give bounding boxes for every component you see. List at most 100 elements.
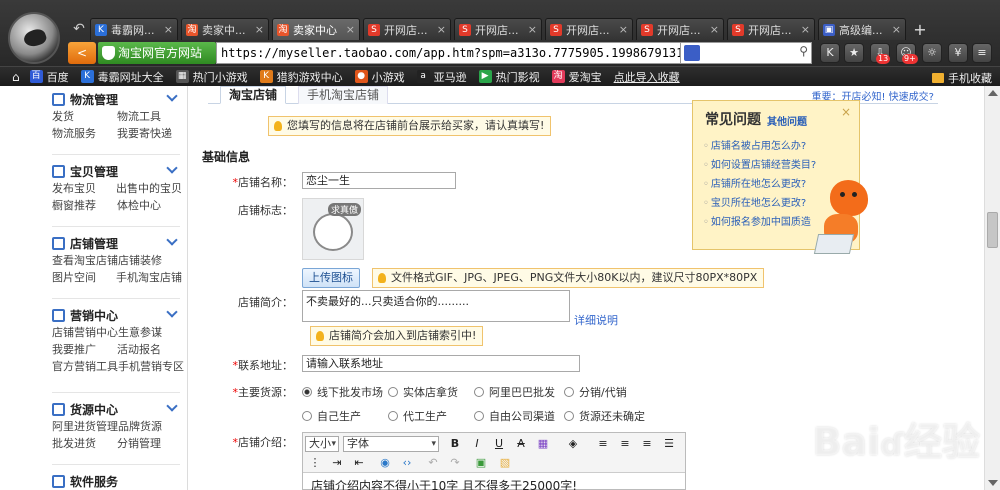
sidebar-link[interactable]: 物流工具 bbox=[117, 108, 182, 125]
intro-textarea[interactable]: 不卖最好的...只卖适合你的......... bbox=[302, 290, 570, 322]
back-button[interactable]: < bbox=[68, 42, 96, 64]
faq-item[interactable]: 宝贝所在地怎么更改? bbox=[703, 194, 816, 213]
radio-icon[interactable] bbox=[564, 387, 574, 397]
radio-icon[interactable] bbox=[388, 411, 398, 421]
brand-button[interactable]: 淘宝网官方网站 bbox=[98, 42, 216, 64]
text-color-icon[interactable]: ▦ bbox=[535, 436, 551, 452]
tab-8[interactable]: ▣ 高级编... × bbox=[818, 18, 906, 40]
source-radio-2[interactable]: 阿里巴巴批发 bbox=[474, 384, 555, 400]
sidebar-link[interactable]: 查看淘宝店铺 bbox=[52, 252, 118, 269]
tab-3[interactable]: S 开网店... × bbox=[363, 18, 451, 40]
close-icon[interactable]: × bbox=[841, 105, 851, 119]
sidebar-group-title[interactable]: 店铺管理 bbox=[52, 234, 182, 252]
chevron-down-icon[interactable] bbox=[166, 90, 178, 102]
search-icon[interactable]: ⚲ bbox=[799, 44, 808, 58]
radio-icon[interactable] bbox=[474, 387, 484, 397]
favorites-icon[interactable]: ★ bbox=[844, 43, 864, 63]
sidebar-group-title[interactable]: 营销中心 bbox=[52, 306, 182, 324]
source-radio-6[interactable]: 自由公司渠道 bbox=[474, 408, 555, 424]
emoticon-icon[interactable]: ▧ bbox=[497, 455, 513, 471]
radio-icon[interactable] bbox=[474, 411, 484, 421]
undo-icon[interactable]: ↶ bbox=[425, 455, 441, 471]
sidebar-link[interactable]: 店铺装修 bbox=[118, 252, 182, 269]
rich-text-editor[interactable]: 大小 字体 B I U A ▦ ◈ ≡ ≡ ≡ ☰ ⋮ ⇥ ⇤ ◉ ‹› bbox=[302, 432, 686, 490]
address-input[interactable]: 请输入联系地址 bbox=[302, 355, 580, 372]
bookmark-1[interactable]: K 毒霸网址大全 bbox=[80, 69, 164, 85]
tab-0[interactable]: K 毒霸网... × bbox=[90, 18, 178, 40]
sidebar-link[interactable]: 店铺营销中心 bbox=[52, 324, 118, 341]
sidebar-group-title[interactable]: 物流管理 bbox=[52, 90, 182, 108]
ordered-list-icon[interactable]: ⋮ bbox=[307, 455, 323, 471]
sidebar-link[interactable]: 生意参谋 bbox=[118, 324, 182, 341]
close-icon[interactable]: × bbox=[164, 23, 173, 36]
sidebar-link[interactable]: 物流服务 bbox=[52, 125, 117, 142]
source-radio-3[interactable]: 分销/代销 bbox=[564, 384, 627, 400]
faq-item[interactable]: 店铺名被占用怎么办? bbox=[703, 137, 816, 156]
tab-2[interactable]: 淘卖家中心 × bbox=[272, 18, 360, 40]
settings-icon[interactable]: ☼ bbox=[922, 43, 942, 63]
sidebar-link[interactable]: 我要寄快递 bbox=[117, 125, 182, 142]
bookmark-0[interactable]: 百百度 bbox=[29, 69, 69, 85]
sidebar-link[interactable]: 批发进货 bbox=[52, 435, 117, 452]
bold-icon[interactable]: B bbox=[447, 436, 463, 452]
new-tab-button[interactable]: + bbox=[909, 18, 931, 40]
bookmark-6[interactable]: ▶ 热门影视 bbox=[478, 69, 540, 85]
shop-name-input[interactable]: 恋尘一生 bbox=[302, 172, 456, 189]
mobile-favorites[interactable]: 手机收藏 bbox=[932, 70, 992, 86]
radio-icon[interactable] bbox=[388, 387, 398, 397]
menu-icon[interactable]: ≡ bbox=[972, 43, 992, 63]
close-icon[interactable]: × bbox=[346, 23, 355, 36]
chevron-down-icon[interactable] bbox=[166, 234, 178, 246]
page-scrollbar[interactable] bbox=[984, 86, 1000, 490]
link-icon[interactable]: ◉ bbox=[377, 455, 393, 471]
sidebar-link[interactable]: 橱窗推荐 bbox=[52, 197, 117, 214]
source-radio-7[interactable]: 货源还未确定 bbox=[564, 408, 645, 424]
underline-icon[interactable]: U bbox=[491, 436, 507, 452]
browser-logo-icon[interactable] bbox=[8, 12, 60, 64]
sidebar-link[interactable]: 我要推广 bbox=[52, 341, 117, 358]
radio-icon[interactable] bbox=[302, 387, 312, 397]
source-radio-4[interactable]: 自己生产 bbox=[302, 408, 361, 424]
chevron-down-icon[interactable] bbox=[166, 306, 178, 318]
search-engine-icon[interactable] bbox=[684, 45, 700, 61]
tab-5[interactable]: S 开网店... × bbox=[545, 18, 633, 40]
source-code-icon[interactable]: ‹› bbox=[399, 455, 415, 471]
search-input[interactable]: ⚲ bbox=[680, 42, 812, 64]
sidebar-link[interactable]: 手机淘宝店铺 bbox=[116, 269, 182, 286]
tools-icon[interactable]: ¥ bbox=[948, 43, 968, 63]
scroll-up-icon[interactable] bbox=[988, 90, 998, 96]
sidebar-link[interactable]: 分销管理 bbox=[117, 435, 182, 452]
source-radio-5[interactable]: 代工生产 bbox=[388, 408, 447, 424]
faq-item[interactable]: 如何设置店铺经营类目? bbox=[703, 156, 816, 175]
align-right-icon[interactable]: ≡ bbox=[639, 436, 655, 452]
sidebar-group-title[interactable]: 宝贝管理 bbox=[52, 162, 182, 180]
font-family-select[interactable]: 字体 bbox=[343, 436, 439, 452]
sidebar-link[interactable]: 发货 bbox=[52, 108, 117, 125]
tab-7[interactable]: S 开网店... × bbox=[727, 18, 815, 40]
sidebar-link[interactable]: 活动报名 bbox=[117, 341, 182, 358]
bookmark-7[interactable]: 淘爱淘宝 bbox=[551, 69, 602, 85]
align-center-icon[interactable]: ≡ bbox=[617, 436, 633, 452]
home-icon[interactable]: ⌂ bbox=[12, 70, 20, 84]
image-icon[interactable]: ▣ bbox=[473, 455, 489, 471]
faq-other-link[interactable]: 其他问题 bbox=[767, 113, 807, 128]
sidebar-group-title[interactable]: 软件服务 bbox=[52, 472, 182, 490]
close-icon[interactable]: × bbox=[437, 23, 446, 36]
back-arrow-icon[interactable]: ↶ bbox=[68, 18, 90, 40]
close-icon[interactable]: × bbox=[801, 23, 810, 36]
chevron-down-icon[interactable] bbox=[166, 162, 178, 174]
faq-item[interactable]: 店铺所在地怎么更改? bbox=[703, 175, 816, 194]
tab-4[interactable]: S 开网店... × bbox=[454, 18, 542, 40]
upload-icon-button[interactable]: 上传图标 bbox=[302, 268, 360, 288]
list-icon[interactable]: ☰ bbox=[661, 436, 677, 452]
sidebar-link[interactable]: 品牌货源 bbox=[118, 418, 182, 435]
bookmark-4[interactable]: ● 小游戏 bbox=[354, 69, 405, 85]
bookmark-5[interactable]: a 亚马逊 bbox=[416, 69, 467, 85]
sidebar-link[interactable]: 发布宝贝 bbox=[52, 180, 116, 197]
intro-detail-link[interactable]: 详细说明 bbox=[574, 312, 618, 328]
italic-icon[interactable]: I bbox=[469, 436, 485, 452]
align-left-icon[interactable]: ≡ bbox=[595, 436, 611, 452]
editor-content[interactable]: 店铺介绍内容不得小于10字 且不得多于25000字! bbox=[311, 477, 577, 490]
scroll-down-icon[interactable] bbox=[988, 480, 998, 486]
bookmark-2[interactable]: ▦ 热门小游戏 bbox=[175, 69, 248, 85]
